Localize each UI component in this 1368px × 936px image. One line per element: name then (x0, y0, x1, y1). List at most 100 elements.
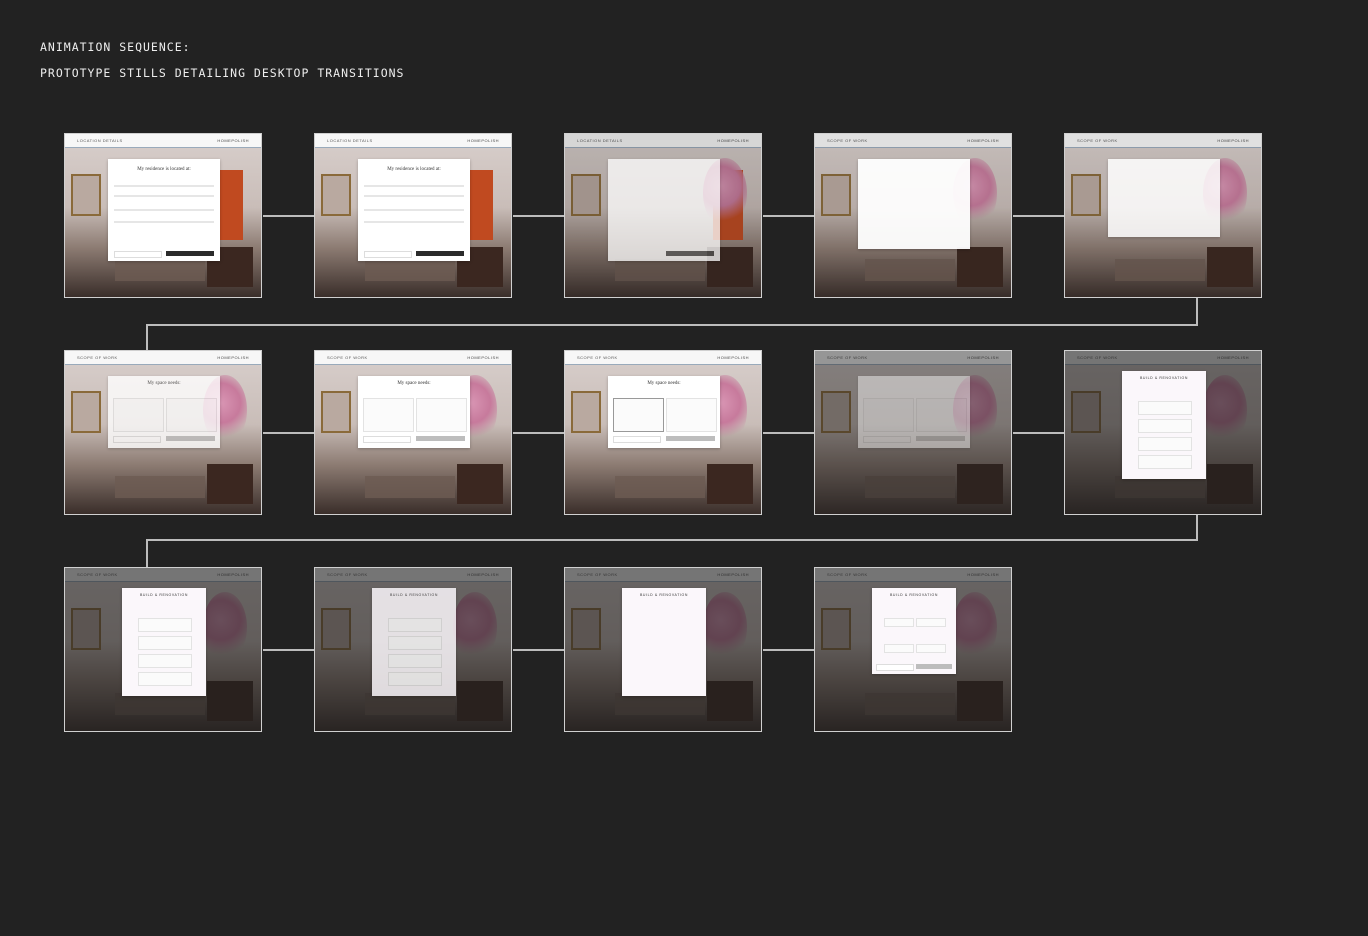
scope-modal: My space needs: (108, 376, 220, 448)
transition-modal (858, 159, 970, 249)
prototype-frame: SCOPE OF WORKHOMEPOLISHBUILD & RENOVATIO… (314, 567, 512, 732)
frame-brand-logo: HOMEPOLISH (217, 138, 249, 143)
scope-modal (858, 376, 970, 448)
room-mirror (321, 391, 351, 433)
connector (146, 324, 148, 351)
room-table (365, 259, 455, 281)
card-build-renovation (863, 398, 914, 432)
prototype-frame: SCOPE OF WORK HOMEPOLISH My space needs: (564, 350, 762, 515)
next-button (666, 251, 714, 256)
modal-field (114, 209, 214, 211)
connector (513, 215, 565, 217)
address-modal (608, 159, 720, 261)
prototype-frame: SCOPE OF WORK HOMEPOLISH (1064, 133, 1262, 298)
option-card (388, 672, 442, 686)
connector (763, 215, 815, 217)
section-subtitle: PROTOTYPE STILLS DETAILING DESKTOP TRANS… (40, 66, 405, 80)
renovation-modal: BUILD & RENOVATION (872, 588, 956, 674)
option-card (388, 618, 442, 632)
room-table (615, 476, 705, 498)
connector (1013, 432, 1065, 434)
room-dresser (207, 464, 253, 504)
prototype-frame: LOCATION DETAILS HOMEPOLISH (564, 133, 762, 298)
room-table (365, 476, 455, 498)
back-button (113, 436, 161, 443)
option-card (138, 672, 192, 686)
renovation-modal: BUILD & RENOVATION (622, 588, 706, 696)
room-dresser (707, 464, 753, 504)
card-interior-design (166, 398, 217, 432)
card-build-renovation (613, 398, 664, 432)
next-button (166, 436, 215, 441)
prototype-frame: SCOPE OF WORKHOMEPOLISHBUILD & RENOVATIO… (814, 567, 1012, 732)
back-button (363, 436, 411, 443)
back-button (364, 251, 412, 258)
modal-field (364, 221, 464, 223)
next-button (416, 251, 464, 256)
modal-title: BUILD & RENOVATION (889, 593, 938, 597)
scope-modal: My space needs: (358, 376, 470, 448)
connector (263, 432, 315, 434)
modal-title: My space needs: (147, 381, 181, 386)
address-modal: My residence is located at: (108, 159, 220, 261)
modal-field (114, 195, 214, 197)
card-build-renovation (363, 398, 414, 432)
frame-header: SCOPE OF WORK HOMEPOLISH (315, 351, 511, 365)
connector (146, 539, 1198, 541)
next-button (166, 251, 214, 256)
renovation-modal: BUILD & RENOVATION (372, 588, 456, 696)
next-button (916, 436, 965, 441)
frame-brand-logo: HOMEPOLISH (717, 355, 749, 360)
card-interior-design (416, 398, 467, 432)
room-mirror (71, 174, 101, 216)
back-button (876, 664, 914, 671)
frame-header: LOCATION DETAILS HOMEPOLISH (315, 134, 511, 148)
connector (146, 324, 1198, 326)
modal-title: BUILD & RENOVATION (389, 593, 438, 597)
option-card (1138, 455, 1192, 469)
frame-section-label: LOCATION DETAILS (327, 138, 373, 143)
option-no (916, 618, 946, 627)
frame-header: SCOPE OF WORK HOMEPOLISH (565, 351, 761, 365)
modal-title: My residence is located at: (137, 167, 191, 172)
option-card (388, 654, 442, 668)
frame-header: SCOPE OF WORK HOMEPOLISH (65, 351, 261, 365)
prototype-frame: LOCATION DETAILS HOMEPOLISH My residence i… (314, 133, 512, 298)
address-modal: My residence is located at: (358, 159, 470, 261)
connector (146, 539, 148, 568)
back-button (863, 436, 911, 443)
back-button (613, 436, 661, 443)
option-yes (884, 618, 914, 627)
back-button (114, 251, 162, 258)
option-no (916, 644, 946, 653)
option-card (1138, 437, 1192, 451)
prototype-frame: SCOPE OF WORK HOMEPOLISH My space needs: (314, 350, 512, 515)
connector (1196, 515, 1198, 541)
next-button (416, 436, 465, 441)
room-table (115, 476, 205, 498)
prototype-frame: SCOPE OF WORKHOMEPOLISHBUILD & RENOVATIO… (1064, 350, 1262, 515)
option-card (388, 636, 442, 650)
connector (763, 649, 815, 651)
option-card (138, 654, 192, 668)
frame-brand-logo: HOMEPOLISH (467, 355, 499, 360)
connector (263, 215, 315, 217)
frame-brand-logo: HOMEPOLISH (217, 355, 249, 360)
prototype-frame: LOCATION DETAILS HOMEPOLISH My residence i… (64, 133, 262, 298)
prototype-frame: SCOPE OF WORKHOMEPOLISHBUILD & RENOVATIO… (564, 567, 762, 732)
prototype-frame: SCOPE OF WORK HOMEPOLISH (814, 350, 1012, 515)
next-button (666, 436, 715, 441)
transition-modal (1108, 159, 1220, 237)
modal-title: BUILD & RENOVATION (139, 593, 188, 597)
section-title: ANIMATION SEQUENCE: (40, 40, 191, 54)
option-yes (884, 644, 914, 653)
prototype-frame: SCOPE OF WORK HOMEPOLISH (814, 133, 1012, 298)
modal-field (364, 195, 464, 197)
modal-title: My residence is located at: (387, 167, 441, 172)
next-button (916, 664, 952, 669)
connector (513, 432, 565, 434)
modal-field (114, 185, 214, 187)
room-mirror (571, 391, 601, 433)
option-card (138, 618, 192, 632)
connector (513, 649, 565, 651)
